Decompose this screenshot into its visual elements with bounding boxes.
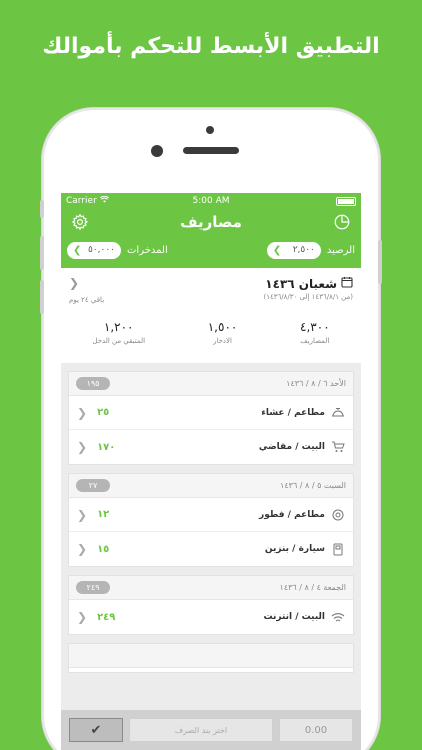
battery-icon bbox=[336, 196, 356, 206]
status-bar: Carrier 5:00 AM bbox=[61, 193, 361, 209]
balance-value: ٢,٥٠٠ bbox=[292, 245, 315, 255]
day-total-badge: ٢٤٩ bbox=[76, 581, 110, 594]
wifi-icon bbox=[331, 610, 345, 624]
balance-pill[interactable]: ٢,٥٠٠ ❯ bbox=[266, 241, 321, 259]
cart-icon bbox=[331, 440, 345, 454]
savings-label: المدخرات bbox=[127, 244, 168, 256]
nav-title: مصاريف bbox=[180, 213, 242, 231]
chevron-left-icon: ❮ bbox=[77, 507, 88, 522]
amount-input[interactable]: 0.00 bbox=[279, 718, 353, 742]
chevron-left-icon: ❮ bbox=[77, 542, 88, 556]
app-header: Carrier 5:00 AM مصاريف الرصيد ٢,٥٠٠ ❯ ال… bbox=[61, 193, 361, 268]
month-stats: ٤,٣٠٠ المصاريف ١,٥٠٠ الادخار ١,٢٠٠ المتب… bbox=[61, 320, 361, 345]
day-header: الأحد ٦ / ٨ / ١٤٣٦ ١٩٥ bbox=[69, 372, 353, 396]
phone-camera bbox=[151, 145, 163, 157]
category-picker[interactable]: اختر بند الصرف bbox=[129, 718, 273, 742]
day-card: الجمعة ٤ / ٨ / ١٤٣٦ ٢٤٩ البيت / انترنت ٢… bbox=[68, 575, 354, 635]
chevron-left-icon[interactable]: ❮ bbox=[69, 276, 79, 290]
promo-headline: التطبيق الأبسط للتحكم بأموالك bbox=[42, 34, 380, 59]
day-card-partial bbox=[68, 643, 354, 673]
day-card: الأحد ٦ / ٨ / ١٤٣٦ ١٩٥ مطاعم / عشاء ٢٥ ❮ bbox=[68, 371, 354, 465]
calendar-icon bbox=[341, 276, 353, 291]
savings-value: ٥٠,٠٠٠ bbox=[87, 245, 115, 255]
chevron-right-icon: ❯ bbox=[272, 244, 282, 256]
phone-volume-up bbox=[40, 236, 44, 270]
confirm-button[interactable]: ✔ bbox=[69, 718, 123, 742]
phone-speaker bbox=[183, 147, 239, 154]
savings-group: المدخرات ٥٠,٠٠٠ ❯ bbox=[67, 241, 168, 259]
add-expense-bar: ✔ اختر بند الصرف 0.00 bbox=[61, 710, 361, 750]
day-header bbox=[69, 644, 353, 668]
breakfast-icon bbox=[331, 508, 345, 522]
chevron-right-icon: ❯ bbox=[73, 244, 82, 256]
checkmark-icon: ✔ bbox=[90, 722, 102, 738]
balances-row: الرصيد ٢,٥٠٠ ❯ المدخرات ٥٠,٠٠٠ ❯ bbox=[61, 235, 361, 265]
month-title-row: شعبان ١٤٣٦ bbox=[264, 276, 353, 291]
chevron-left-icon: ❮ bbox=[77, 610, 88, 624]
phone-volume-down bbox=[40, 280, 44, 314]
nav-row: مصاريف bbox=[61, 209, 361, 235]
stat-expenses: ٤,٣٠٠ المصاريف bbox=[300, 320, 330, 345]
day-total-badge: ٢٧ bbox=[76, 479, 110, 492]
day-date: الجمعة ٤ / ٨ / ١٤٣٦ bbox=[279, 583, 346, 592]
stat-savings: ١,٥٠٠ الادخار bbox=[207, 320, 238, 345]
chevron-left-icon: ❮ bbox=[77, 405, 88, 420]
gear-icon bbox=[71, 213, 89, 231]
month-summary-card[interactable]: شعبان ١٤٣٦ (من ١٤٣٦/٨/١ إلى ١٤٣٦/٨/٣٠) ❮… bbox=[61, 268, 361, 363]
savings-pill[interactable]: ٥٠,٠٠٠ ❯ bbox=[67, 241, 121, 259]
phone-power-button bbox=[378, 240, 382, 284]
list-item[interactable]: مطاعم / عشاء ٢٥ ❮ bbox=[69, 396, 353, 430]
day-header: الجمعة ٤ / ٨ / ١٤٣٦ ٢٤٩ bbox=[69, 576, 353, 600]
month-title: شعبان ١٤٣٦ bbox=[265, 276, 337, 291]
expense-list: الأحد ٦ / ٨ / ١٤٣٦ ١٩٥ مطاعم / عشاء ٢٥ ❮ bbox=[61, 363, 361, 673]
stat-remaining: ١,٢٠٠ المتبقي من الدخل bbox=[92, 320, 146, 345]
day-header: السبت ٥ / ٨ / ١٤٣٦ ٢٧ bbox=[69, 474, 353, 498]
day-date: الأحد ٦ / ٨ / ١٤٣٦ bbox=[286, 379, 346, 388]
phone-mute-switch bbox=[40, 200, 44, 218]
phone-sensor bbox=[206, 126, 214, 134]
settings-button[interactable] bbox=[69, 211, 91, 233]
day-total-badge: ١٩٥ bbox=[76, 377, 110, 390]
day-card: السبت ٥ / ٨ / ١٤٣٦ ٢٧ مطاعم / فطور ١٢ ❮ bbox=[68, 473, 354, 567]
chevron-left-icon: ❮ bbox=[77, 440, 88, 454]
balance-group: الرصيد ٢,٥٠٠ ❯ bbox=[266, 241, 355, 259]
list-item[interactable]: البيت / انترنت ٢٤٩ ❮ bbox=[69, 600, 353, 634]
list-item[interactable]: البيت / مقاضي ١٧٠ ❮ bbox=[69, 430, 353, 464]
list-item[interactable]: مطاعم / فطور ١٢ ❮ bbox=[69, 498, 353, 532]
month-range: (من ١٤٣٦/٨/١ إلى ١٤٣٦/٨/٣٠) bbox=[263, 293, 353, 301]
balance-label: الرصيد bbox=[326, 244, 355, 256]
days-remaining: باقي ٢٤ يوم bbox=[69, 296, 105, 304]
pie-chart-icon bbox=[334, 214, 350, 230]
fuel-icon bbox=[331, 542, 345, 556]
day-date: السبت ٥ / ٨ / ١٤٣٦ bbox=[280, 481, 346, 490]
app-screen: Carrier 5:00 AM مصاريف الرصيد ٢,٥٠٠ ❯ ال… bbox=[61, 193, 361, 750]
status-time: 5:00 AM bbox=[192, 196, 230, 206]
reports-button[interactable] bbox=[331, 211, 353, 233]
dish-icon bbox=[331, 406, 345, 420]
list-item[interactable]: سيارة / بنزين ١٥ ❮ bbox=[69, 532, 353, 566]
